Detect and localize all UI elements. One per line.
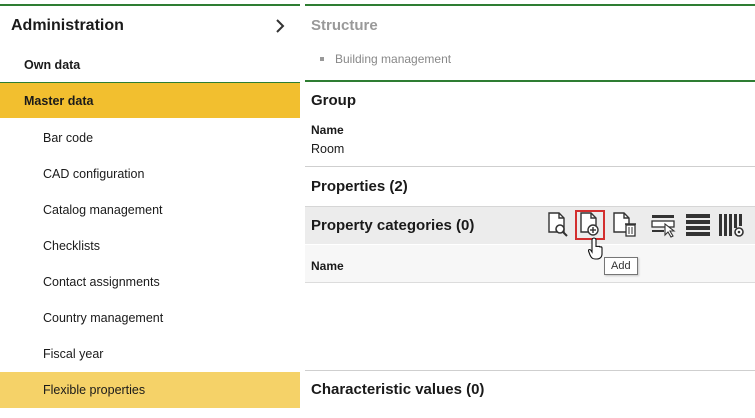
column-settings-button[interactable] [717,210,747,240]
section-divider [305,166,755,167]
add-button[interactable] [575,210,605,240]
sidebar-item-label: Master data [24,93,94,108]
group-title: Group [311,92,356,109]
main-accent-line [305,4,755,6]
delete-button[interactable] [610,210,640,240]
bullet-icon [320,57,324,61]
document-search-icon [546,212,570,238]
section-divider [305,370,755,371]
document-delete-icon [612,212,638,238]
sidebar-item-contact-assignments[interactable]: Contact assignments [0,264,300,300]
rows-view-button[interactable] [683,210,713,240]
sidebar-item-label: Fiscal year [43,347,104,361]
sidebar-item-label: Catalog management [43,203,163,217]
breadcrumb-item[interactable]: Building management [335,52,451,66]
main-panel: Structure Building management Group Name… [305,0,755,418]
sidebar-item-label: Bar code [43,131,94,145]
group-name-label: Name [311,123,344,137]
rows-icon [685,212,711,238]
chevron-right-icon[interactable] [272,18,288,34]
properties-title[interactable]: Properties (2) [311,178,408,195]
sidebar-item-label: Contact assignments [43,275,160,289]
sidebar-item-fiscal-year[interactable]: Fiscal year [0,336,300,372]
section-divider [305,80,755,82]
sidebar-item-master-data[interactable]: Master data [0,82,300,118]
columns-gear-icon [718,212,746,238]
table-header-row: Name [305,245,755,283]
sidebar-item-bar-code[interactable]: Bar code [0,120,300,156]
structure-breadcrumb[interactable]: Building management [320,52,451,66]
sidebar-item-checklists[interactable]: Checklists [0,228,300,264]
sidebar-item-own-data[interactable]: Own data [0,47,300,83]
admin-sidebar: Administration Own data Master data Bar … [0,0,300,418]
select-button[interactable] [649,210,679,240]
sidebar-item-catalog-management[interactable]: Catalog management [0,192,300,228]
view-button[interactable] [543,210,573,240]
property-categories-title: Property categories (0) [311,217,475,234]
sidebar-item-label: Checklists [43,239,100,253]
document-add-icon [578,212,602,238]
column-header-name[interactable]: Name [311,259,344,273]
sidebar-item-label: Own data [24,58,81,72]
list-cursor-icon [650,212,678,238]
sidebar-item-flexible-properties[interactable]: Flexible properties [0,372,300,408]
structure-title: Structure [311,17,378,34]
sidebar-item-label: Flexible properties [43,383,146,397]
sidebar-item-label: Country management [43,311,164,325]
sidebar-title: Administration [11,17,124,34]
add-tooltip: Add [604,257,638,275]
sidebar-item-label: CAD configuration [43,167,145,181]
sidebar-item-cad-configuration[interactable]: CAD configuration [0,156,300,192]
sidebar-header[interactable]: Administration [0,6,300,46]
sidebar-item-country-management[interactable]: Country management [0,300,300,336]
characteristic-values-title[interactable]: Characteristic values (0) [311,381,484,398]
group-name-value: Room [311,142,345,156]
